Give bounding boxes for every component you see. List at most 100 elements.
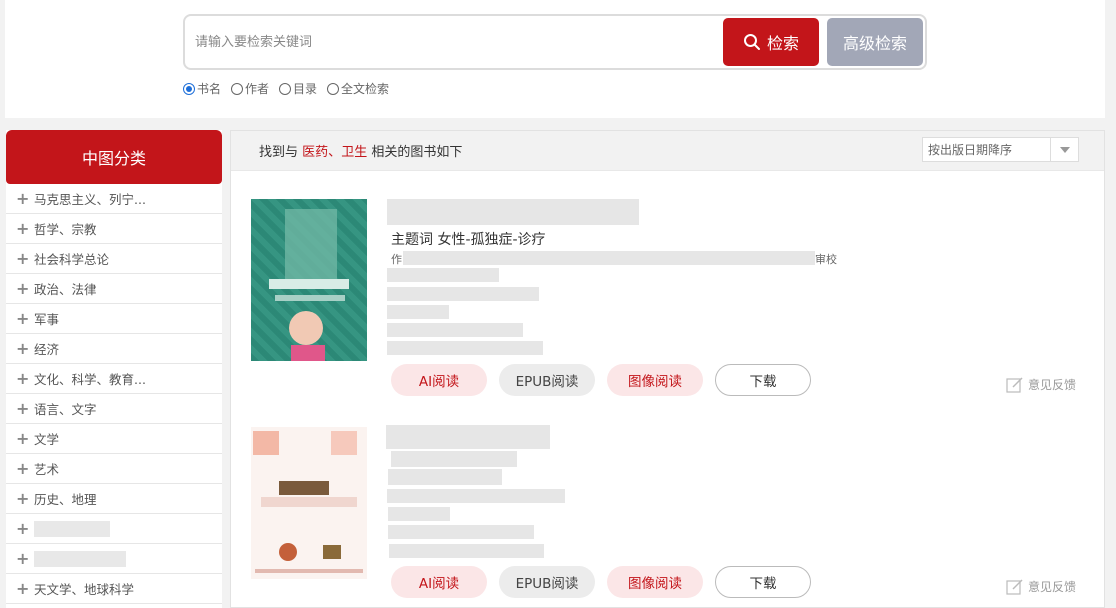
sidebar-title: 中图分类 [6,130,222,184]
author-prefix: 作 [391,253,402,266]
obscured-meta [387,287,539,301]
sidebar-item-language[interactable]: + 语言、文字 [6,394,222,424]
sidebar-item-culture[interactable]: + 文化、科学、教育... [6,364,222,394]
sidebar-item-label: 文学 [34,432,60,447]
sidebar-item-military[interactable]: + 军事 [6,304,222,334]
sidebar-item-label: 文化、科学、教育... [34,372,146,387]
obscured-meta [388,507,450,521]
advanced-search-button[interactable]: 高级检索 [827,18,923,66]
obscured-meta [391,451,517,467]
search-icon [743,34,760,50]
sidebar-item-label: 社会科学总论 [34,252,110,267]
results-summary: 找到与 医药、卫生 相关的图书如下 按出版日期降序 [231,131,1104,171]
sort-dropdown[interactable]: 按出版日期降序 [922,137,1079,162]
obscured-label [34,520,110,537]
sidebar-item-literature[interactable]: + 文学 [6,424,222,454]
sidebar-item-obscured-2[interactable]: + [6,544,222,574]
sidebar-item-label: 哲学、宗教 [34,222,97,237]
radio-label: 目录 [293,82,318,96]
epub-read-button[interactable]: EPUB阅读 [499,566,595,598]
results-prefix: 找到与 [259,145,299,160]
radio-author[interactable]: 作者 [231,80,269,97]
sidebar-item-marxism[interactable]: + 马克思主义、列宁... [6,184,222,214]
sidebar-item-label: 经济 [34,342,60,357]
sidebar-item-philosophy[interactable]: + 哲学、宗教 [6,214,222,244]
book-cover[interactable] [251,427,367,579]
image-read-button[interactable]: 图像阅读 [607,364,703,396]
radio-title[interactable]: 书名 [183,80,221,97]
results-keyword: 卫生 [341,145,368,160]
results-separator: 、 [328,145,342,160]
sidebar-item-label: 历史、地理 [34,492,97,507]
plus-icon: + [16,248,30,268]
plus-icon: + [16,548,30,568]
search-button[interactable]: 检索 [723,18,819,66]
obscured-title [386,425,550,449]
sidebar-item-obscured-1[interactable]: + [6,514,222,544]
radio-toc[interactable]: 目录 [279,80,317,97]
plus-icon: + [16,428,30,448]
sidebar-item-label: 马克思主义、列宁... [34,192,146,207]
radio-button[interactable] [327,82,340,95]
radio-label: 书名 [197,82,222,96]
sidebar-item-label: 艺术 [34,462,60,477]
image-read-button[interactable]: 图像阅读 [607,566,703,598]
search-box: 检索 高级检索 [183,14,927,70]
feedback-link[interactable]: 意见反馈 [1006,376,1076,393]
book-cover[interactable] [251,199,367,361]
feedback-link[interactable]: 意见反馈 [1006,578,1076,595]
obscured-meta [388,525,534,539]
epub-read-button[interactable]: EPUB阅读 [499,364,595,396]
sidebar-item-politics-law[interactable]: + 政治、法律 [6,274,222,304]
sidebar-item-art[interactable]: + 艺术 [6,454,222,484]
sidebar-item-history[interactable]: + 历史、地理 [6,484,222,514]
advanced-search-label: 高级检索 [842,34,907,53]
sidebar-item-astronomy[interactable]: + 天文学、地球科学 [6,574,222,604]
plus-icon: + [16,518,30,538]
obscured-title [387,199,639,225]
ai-read-button[interactable]: AI阅读 [391,364,487,396]
ai-read-button[interactable]: AI阅读 [391,566,487,598]
results-suffix: 相关的图书如下 [371,145,463,160]
plus-icon: + [16,278,30,298]
plus-icon: + [16,578,30,598]
plus-icon: + [16,308,30,328]
book-item: 主题词 女性-孤独症-诊疗 作 审校 AI阅读 EPUB阅读 图像阅读 下载 意… [231,171,1104,396]
radio-label: 作者 [245,82,270,96]
edit-icon [1006,578,1023,595]
search-button-label: 检索 [766,34,799,53]
obscured-label [34,550,126,567]
download-button[interactable]: 下载 [715,566,811,598]
sidebar-item-social-science[interactable]: + 社会科学总论 [6,244,222,274]
search-options: 书名 作者 目录 全文检索 [183,80,389,97]
plus-icon: + [16,188,30,208]
obscured-meta [387,489,565,503]
obscured-meta [387,341,543,355]
obscured-meta [389,544,544,558]
plus-icon: + [16,218,30,238]
radio-button[interactable] [231,82,244,95]
search-input[interactable] [195,26,715,58]
download-button[interactable]: 下载 [715,364,811,396]
obscured-meta [387,268,499,282]
results-panel: 找到与 医药、卫生 相关的图书如下 按出版日期降序 主题词 女性-孤独症-诊疗 … [230,130,1105,608]
obscured-author [403,251,815,265]
chevron-down-icon [1050,138,1078,161]
book-subject: 主题词 女性-孤独症-诊疗 [391,232,546,248]
edit-icon [1006,376,1023,393]
plus-icon: + [16,368,30,388]
sidebar-item-economics[interactable]: + 经济 [6,334,222,364]
plus-icon: + [16,338,30,358]
radio-label: 全文检索 [341,82,390,96]
plus-icon: + [16,488,30,508]
sidebar-item-label: 政治、法律 [34,282,97,297]
search-panel: 检索 高级检索 书名 作者 目录 全文检索 [5,0,1105,118]
radio-button[interactable] [279,82,292,95]
radio-button[interactable] [183,82,195,95]
radio-fulltext[interactable]: 全文检索 [327,80,389,97]
plus-icon: + [16,398,30,418]
sidebar-item-label: 天文学、地球科学 [34,582,135,597]
feedback-label: 意见反馈 [1027,580,1076,594]
feedback-label: 意见反馈 [1027,378,1076,392]
plus-icon: + [16,458,30,478]
